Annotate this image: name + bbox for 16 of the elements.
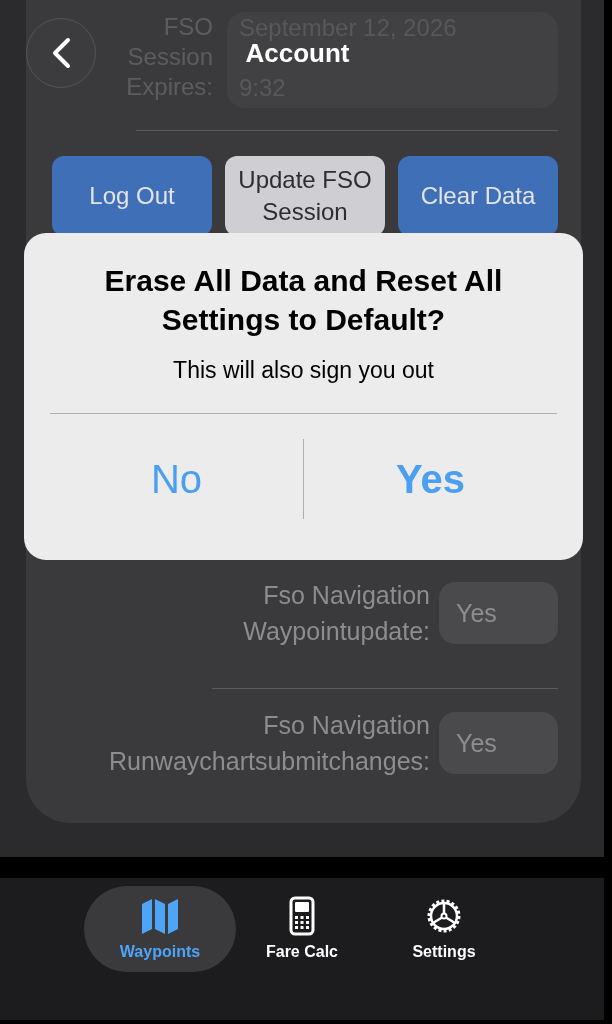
setting-label: Fso Navigation Runwaychartsubmitchanges: [109, 710, 430, 778]
calculator-icon [289, 896, 315, 936]
setting-field[interactable]: Yes [439, 581, 558, 644]
dialog-button[interactable]: No [50, 454, 303, 504]
tab[interactable]: Waypoints [84, 886, 236, 972]
dialog-title: Erase All Data and Reset All Settings to Default? [103, 263, 504, 338]
dialog-button[interactable]: Yes [304, 454, 557, 504]
action-button[interactable]: Update FSO Session [225, 155, 385, 236]
action-button[interactable]: Log Out [52, 155, 212, 236]
dialog-message: This will also sign you out [173, 356, 434, 385]
chevron-left-icon [50, 37, 72, 69]
map-icon [140, 896, 180, 936]
setting-field[interactable]: Yes [439, 712, 558, 775]
screen-title: Account [245, 38, 350, 68]
setting-label: Fso Navigation Waypointupdate: [243, 579, 430, 647]
action-button[interactable]: Clear Data [398, 155, 558, 236]
